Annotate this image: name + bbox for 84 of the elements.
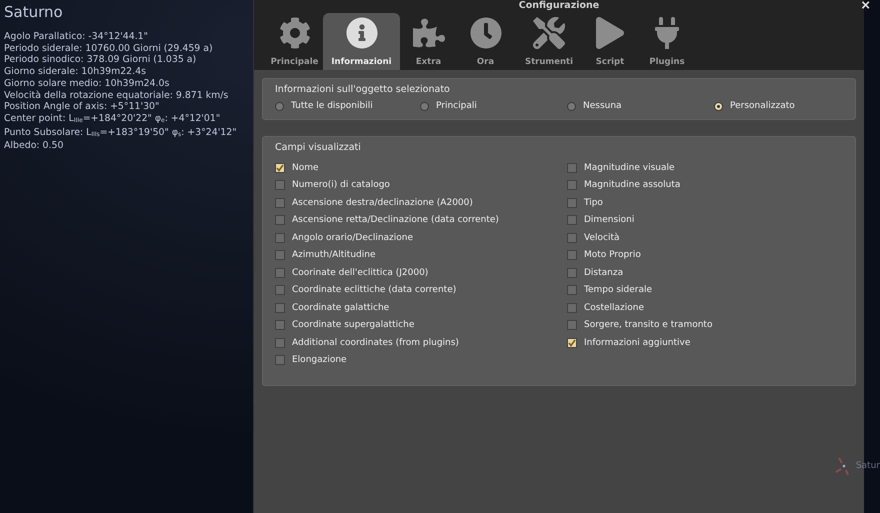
group-title: Informazioni sull'oggetto selezionato: [275, 84, 451, 95]
checkbox-label: Informazioni aggiuntive: [584, 338, 690, 348]
object-info-line: Giorno solare medio: 10h39m24.0s: [4, 78, 170, 90]
checkbox[interactable]: [567, 338, 577, 348]
checkbox-label: Numero(i) di catalogo: [292, 180, 390, 190]
checkbox-label: Dimensioni: [584, 215, 634, 226]
tab[interactable]: Plugins: [636, 13, 698, 70]
checkbox[interactable]: [567, 320, 577, 330]
checkbox-label: Tempo siderale: [584, 285, 652, 296]
radio-button[interactable]: [420, 102, 429, 110]
object-info-line: Giorno siderale: 10h39m22.4s: [4, 66, 147, 78]
object-info-line: Albedo: 0.50: [4, 140, 64, 152]
object-info-line: Periodo sinodico: 378.09 Giorni (1.035 a): [4, 54, 198, 66]
checkbox[interactable]: [275, 198, 285, 208]
tab[interactable]: Principale: [266, 13, 323, 70]
window-title: Configurazione: [518, 0, 600, 12]
sky-object-label: Satur: [856, 461, 880, 471]
checkbox[interactable]: [567, 162, 577, 173]
checkbox[interactable]: [275, 232, 285, 243]
checkbox-label: Costellazione: [584, 302, 644, 313]
planet-marker-icon: [834, 455, 852, 477]
option-label: Personalizzato: [730, 101, 795, 111]
checkbox[interactable]: [275, 320, 285, 330]
checkbox-label: Magnitudine assoluta: [584, 180, 680, 190]
checkbox[interactable]: [275, 285, 285, 296]
checkbox-label: Moto Proprio: [584, 250, 641, 260]
checkbox-label: Nome: [292, 162, 319, 173]
option-label: Nessuna: [583, 101, 622, 111]
close-button[interactable]: ×: [857, 0, 874, 14]
checkbox[interactable]: [275, 355, 285, 366]
object-info-line: Position Angle of axis: +5°11'30": [4, 101, 160, 113]
checkbox-label: Velocità: [584, 232, 620, 243]
object-info-line: Punto Subsolare: L$_{IIIs}$=+183°19'50" φ$_{s}$: +3°24'12": [4, 126, 238, 140]
checkbox[interactable]: [275, 215, 285, 226]
checkbox[interactable]: [275, 180, 285, 190]
tab[interactable]: Script: [584, 13, 636, 70]
group-title: Campi visualizzati: [275, 142, 362, 153]
object-name: Saturno: [4, 3, 64, 21]
tab[interactable]: Informazioni: [323, 13, 400, 70]
option-label: Tutte le disponibili: [291, 101, 373, 111]
checkbox-label: Sorgere, transito e tramonto: [584, 320, 712, 330]
tools-icon: [533, 17, 565, 49]
checkbox-label: Distanza: [584, 268, 624, 278]
checkbox-label: Ascensione destra/declinazione (A2000): [292, 198, 473, 208]
checkbox-label: Coordinate eclittiche (data corrente): [292, 285, 456, 296]
checkbox[interactable]: [567, 268, 577, 278]
checkbox[interactable]: [275, 338, 285, 348]
checkbox-label: Coordinate galattiche: [292, 302, 390, 313]
checkbox[interactable]: [567, 250, 577, 260]
checkbox[interactable]: [567, 232, 577, 243]
play-icon: [594, 17, 626, 49]
checkbox[interactable]: [275, 162, 285, 173]
option-label: Principali: [436, 101, 477, 111]
checkbox[interactable]: [567, 198, 577, 208]
checkbox-label: Ascensione retta/Declinazione (data corrente): [292, 215, 499, 226]
checkbox-label: Elongazione: [292, 355, 347, 366]
object-info-line: Periodo siderale: 10760.00 Giorni (29.459 a): [4, 42, 214, 54]
checkbox-label: Azimuth/Altitudine: [292, 250, 376, 260]
radio-button[interactable]: [567, 102, 576, 110]
checkbox[interactable]: [567, 285, 577, 296]
checkbox-label: Coordinate supergalattiche: [292, 320, 414, 330]
object-info-line: Agolo Parallatico: -34°12'44.1": [4, 31, 149, 43]
tab[interactable]: Strumenti: [514, 13, 584, 70]
clock-icon: [470, 17, 502, 49]
checkbox[interactable]: [567, 215, 577, 226]
object-info-line: Center point: L$_{IIIe}$=+184°20'22" φ$_{e}$: +4°12'01": [4, 112, 222, 126]
checkbox-label: Tipo: [584, 198, 603, 208]
checkbox[interactable]: [567, 180, 577, 190]
radio-button[interactable]: [275, 102, 284, 110]
checkbox[interactable]: [567, 302, 577, 313]
checkbox-label: Additional coordinates (from plugins): [292, 338, 459, 348]
radio-button[interactable]: [714, 102, 723, 110]
checkbox[interactable]: [275, 268, 285, 278]
checkbox-label: Angolo orario/Declinazione: [292, 232, 414, 243]
gear-icon: [278, 17, 310, 49]
tab[interactable]: Ora: [457, 13, 514, 70]
puzzle-icon: [412, 17, 444, 49]
checkbox[interactable]: [275, 302, 285, 313]
object-info-line: Velocità della rotazione equatoriale: 9.871 km/s: [4, 90, 230, 102]
checkbox-label: Coorinate dell'eclittica (J2000): [292, 268, 428, 278]
checkbox[interactable]: [275, 250, 285, 260]
tab[interactable]: Extra: [400, 13, 457, 70]
info-icon: [346, 17, 378, 49]
checkbox-label: Magnitudine visuale: [584, 162, 675, 173]
